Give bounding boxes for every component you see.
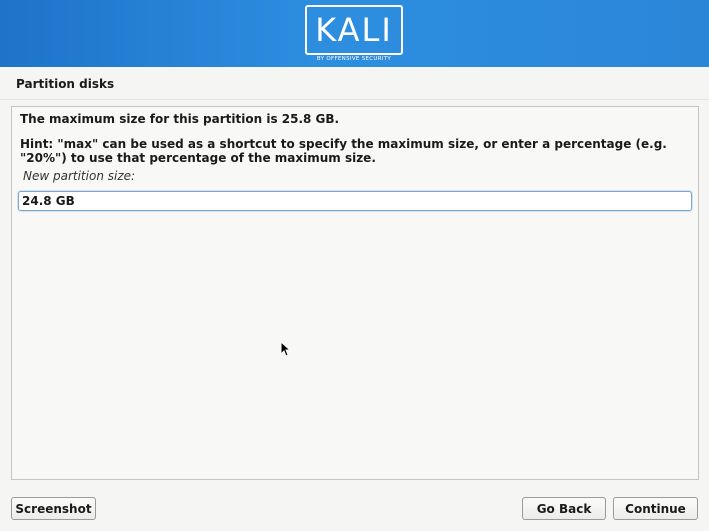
go-back-button[interactable]: Go Back xyxy=(522,497,606,520)
header-banner: KALI BY OFFENSIVE SECURITY xyxy=(0,0,709,67)
logo-subtext: BY OFFENSIVE SECURITY xyxy=(316,56,392,62)
continue-button[interactable]: Continue xyxy=(613,497,698,520)
page-title: Partition disks xyxy=(16,77,115,91)
logo-text: KALI xyxy=(315,11,393,49)
mouse-pointer-icon xyxy=(280,341,290,357)
hint-text: Hint: "max" can be used as a shortcut to… xyxy=(20,137,667,165)
screenshot-button[interactable]: Screenshot xyxy=(11,497,96,520)
partition-size-input[interactable] xyxy=(18,191,692,211)
max-size-text: The maximum size for this partition is 2… xyxy=(20,112,340,126)
partition-size-label: New partition size: xyxy=(23,169,136,183)
kali-logo: KALI xyxy=(305,5,403,55)
title-divider xyxy=(0,99,709,100)
content-panel: The maximum size for this partition is 2… xyxy=(11,106,699,480)
